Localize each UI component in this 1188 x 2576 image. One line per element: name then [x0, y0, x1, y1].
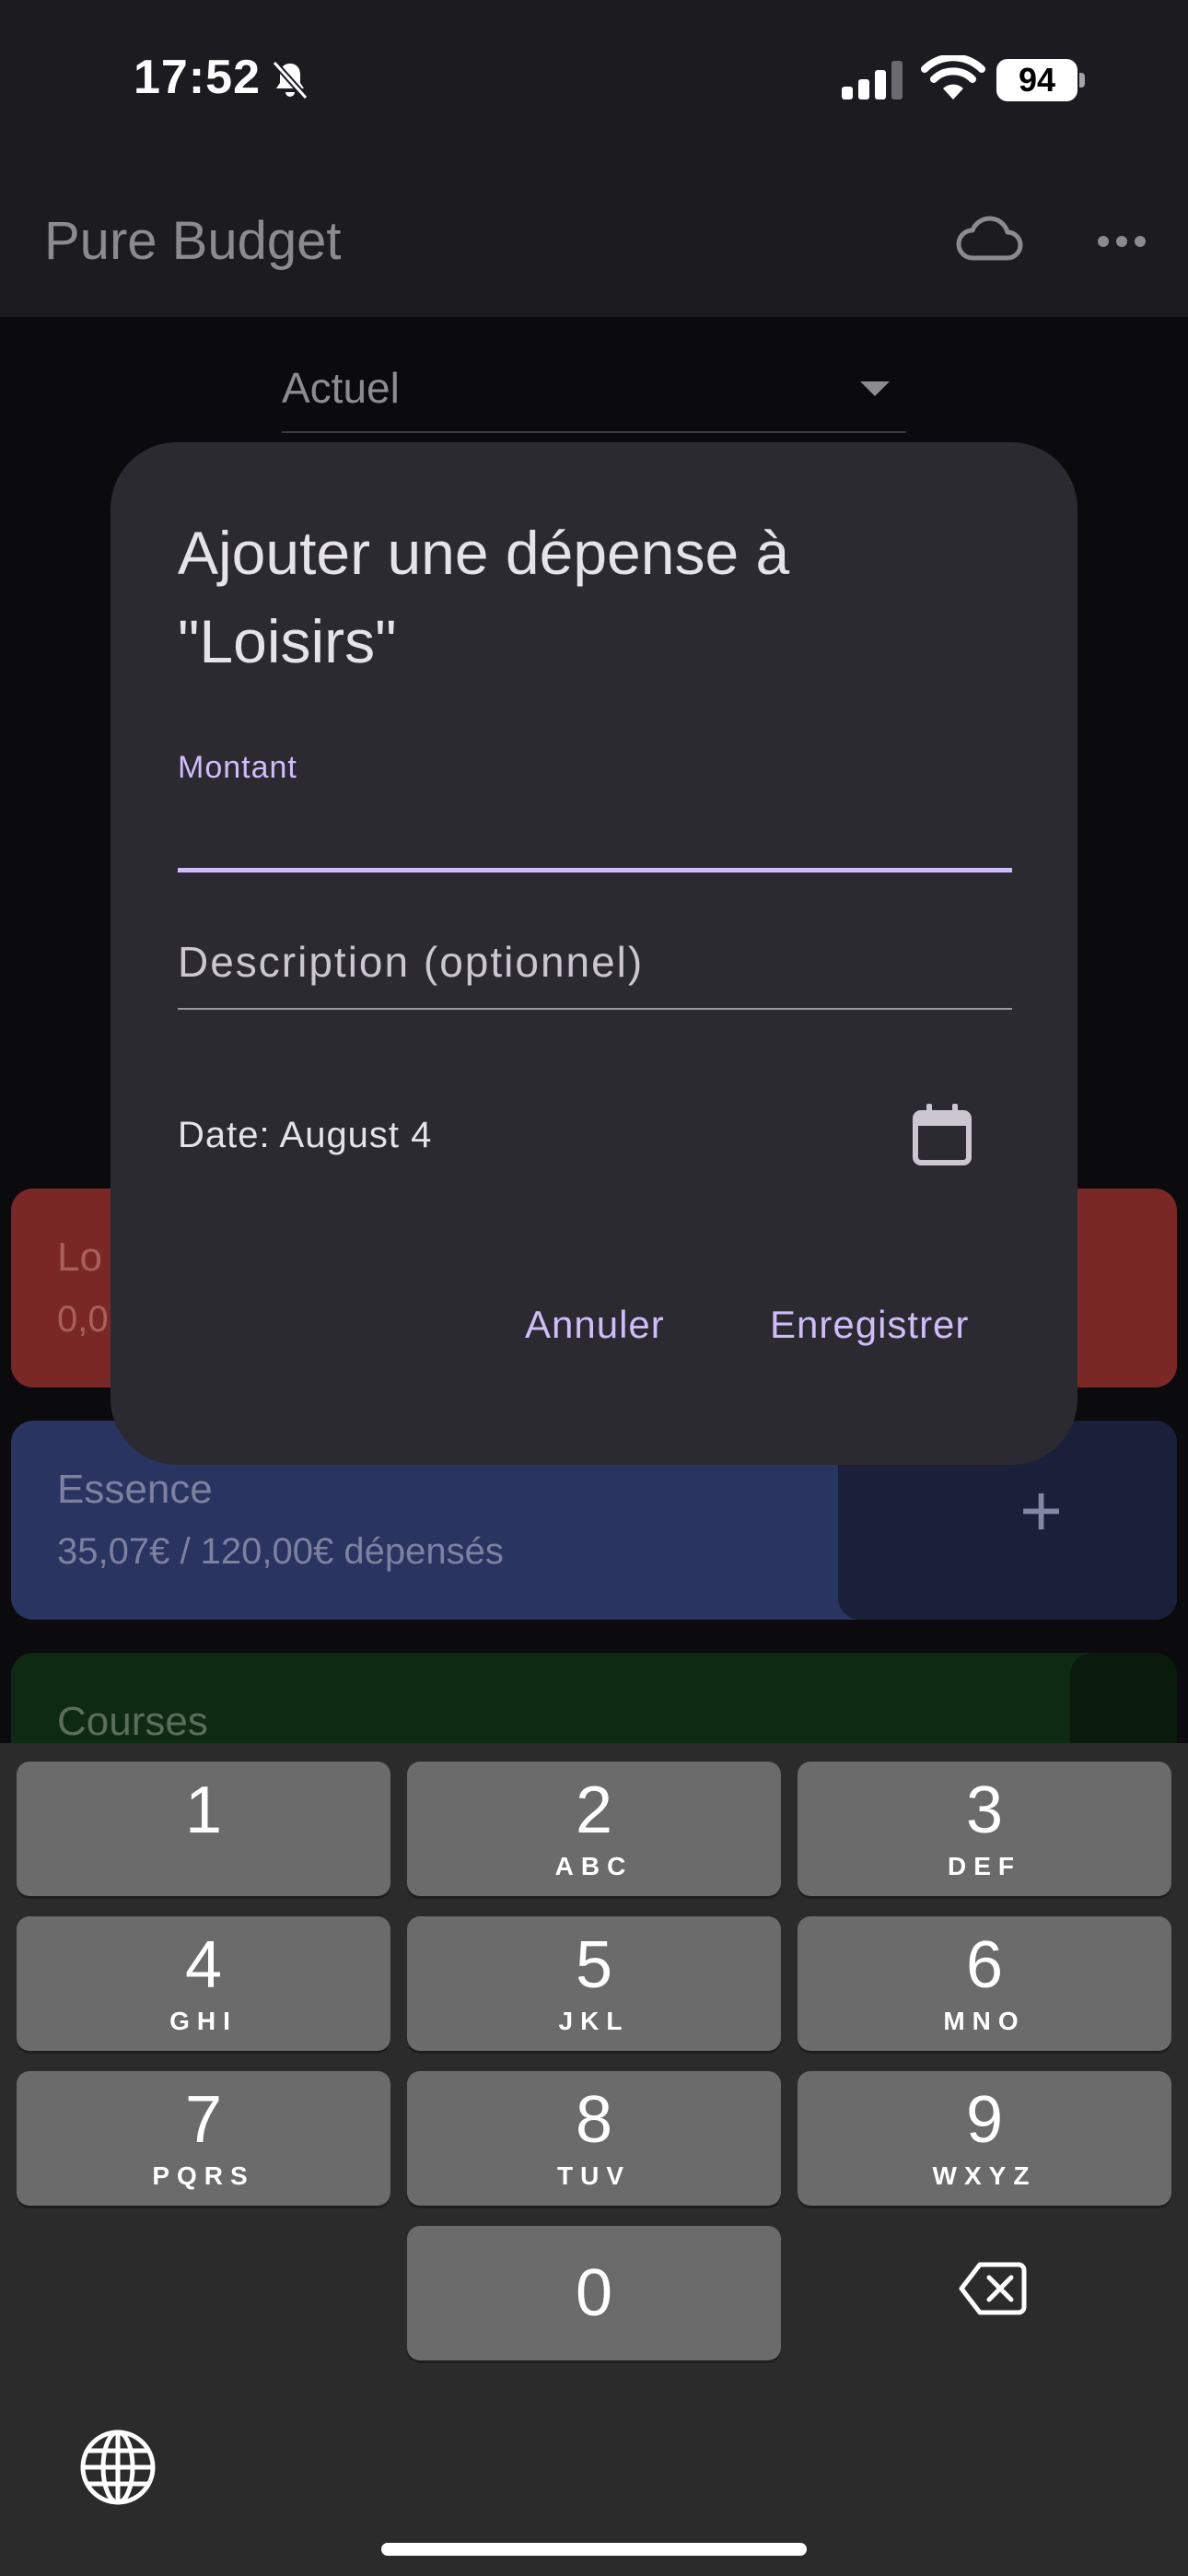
- status-time: 17:52: [134, 51, 261, 104]
- category-name: Courses: [57, 1699, 208, 1744]
- category-spent: 0,0: [57, 1299, 109, 1340]
- period-value: Actuel: [282, 364, 400, 412]
- key-digit: 2: [575, 1774, 613, 1847]
- key-0[interactable]: 0: [407, 2226, 781, 2360]
- key-letters: ABC: [554, 1852, 634, 1880]
- app-header: 17:52 94 Pure Budget: [0, 0, 1188, 317]
- key-2[interactable]: 2 ABC: [407, 1762, 781, 1896]
- add-expense-dialog: Ajouter une dépense à "Loisirs" Montant …: [111, 442, 1077, 1465]
- key-letters: DEF: [948, 1852, 1021, 1880]
- category-name: Lo: [57, 1235, 102, 1280]
- key-9[interactable]: 9 WXYZ: [798, 2071, 1171, 2206]
- key-digit: 4: [184, 1928, 223, 2002]
- key-letters: PQRS: [152, 2161, 255, 2190]
- category-name: Essence: [57, 1467, 213, 1512]
- calendar-icon[interactable]: [910, 1102, 974, 1168]
- globe-icon[interactable]: [79, 2429, 157, 2506]
- key-letters: GHI: [169, 2007, 238, 2035]
- amount-input[interactable]: [178, 792, 1012, 872]
- more-options-icon[interactable]: [1096, 232, 1147, 251]
- key-letters: JKL: [558, 2007, 630, 2035]
- bell-muted-icon: [272, 60, 309, 100]
- app-title: Pure Budget: [44, 211, 342, 271]
- key-4[interactable]: 4 GHI: [17, 1916, 390, 2051]
- key-letters: TUV: [557, 2161, 631, 2190]
- category-spent: 35,07€ / 120,00€ dépensés: [57, 1531, 504, 1572]
- key-6[interactable]: 6 MNO: [798, 1916, 1171, 2051]
- key-digit: 1: [184, 1774, 223, 1847]
- battery-icon: 94: [996, 59, 1085, 101]
- key-letters: MNO: [943, 2007, 1026, 2035]
- save-button[interactable]: Enregistrer: [770, 1303, 969, 1347]
- key-digit: 8: [575, 2083, 613, 2157]
- key-letters: WXYZ: [932, 2161, 1037, 2190]
- key-7[interactable]: 7 PQRS: [17, 2071, 390, 2206]
- dialog-title: Ajouter une dépense à "Loisirs": [178, 519, 790, 675]
- home-indicator: [381, 2543, 807, 2556]
- key-digit: 7: [184, 2083, 223, 2157]
- plus-icon: +: [1019, 1469, 1063, 1551]
- amount-label: Montant: [178, 750, 297, 785]
- wifi-icon: [921, 55, 985, 100]
- key-digit: 9: [965, 2083, 1004, 2157]
- description-input[interactable]: [178, 916, 1012, 1010]
- date-label: Date: August 4: [178, 1115, 433, 1155]
- key-digit: 0: [575, 2256, 613, 2330]
- key-1[interactable]: 1: [17, 1762, 390, 1896]
- key-digit: 5: [575, 1928, 613, 2002]
- backspace-icon[interactable]: [958, 2261, 1028, 2316]
- cloud-icon[interactable]: [954, 214, 1024, 265]
- key-3[interactable]: 3 DEF: [798, 1762, 1171, 1896]
- key-digit: 3: [965, 1774, 1004, 1847]
- caret-down-icon: [860, 381, 890, 396]
- key-8[interactable]: 8 TUV: [407, 2071, 781, 2206]
- cell-signal-icon: [842, 61, 903, 100]
- key-digit: 6: [965, 1928, 1004, 2002]
- battery-level: 94: [1018, 61, 1056, 99]
- period-dropdown[interactable]: Actuel: [282, 357, 906, 433]
- key-5[interactable]: 5 JKL: [407, 1916, 781, 2051]
- cancel-button[interactable]: Annuler: [525, 1303, 665, 1347]
